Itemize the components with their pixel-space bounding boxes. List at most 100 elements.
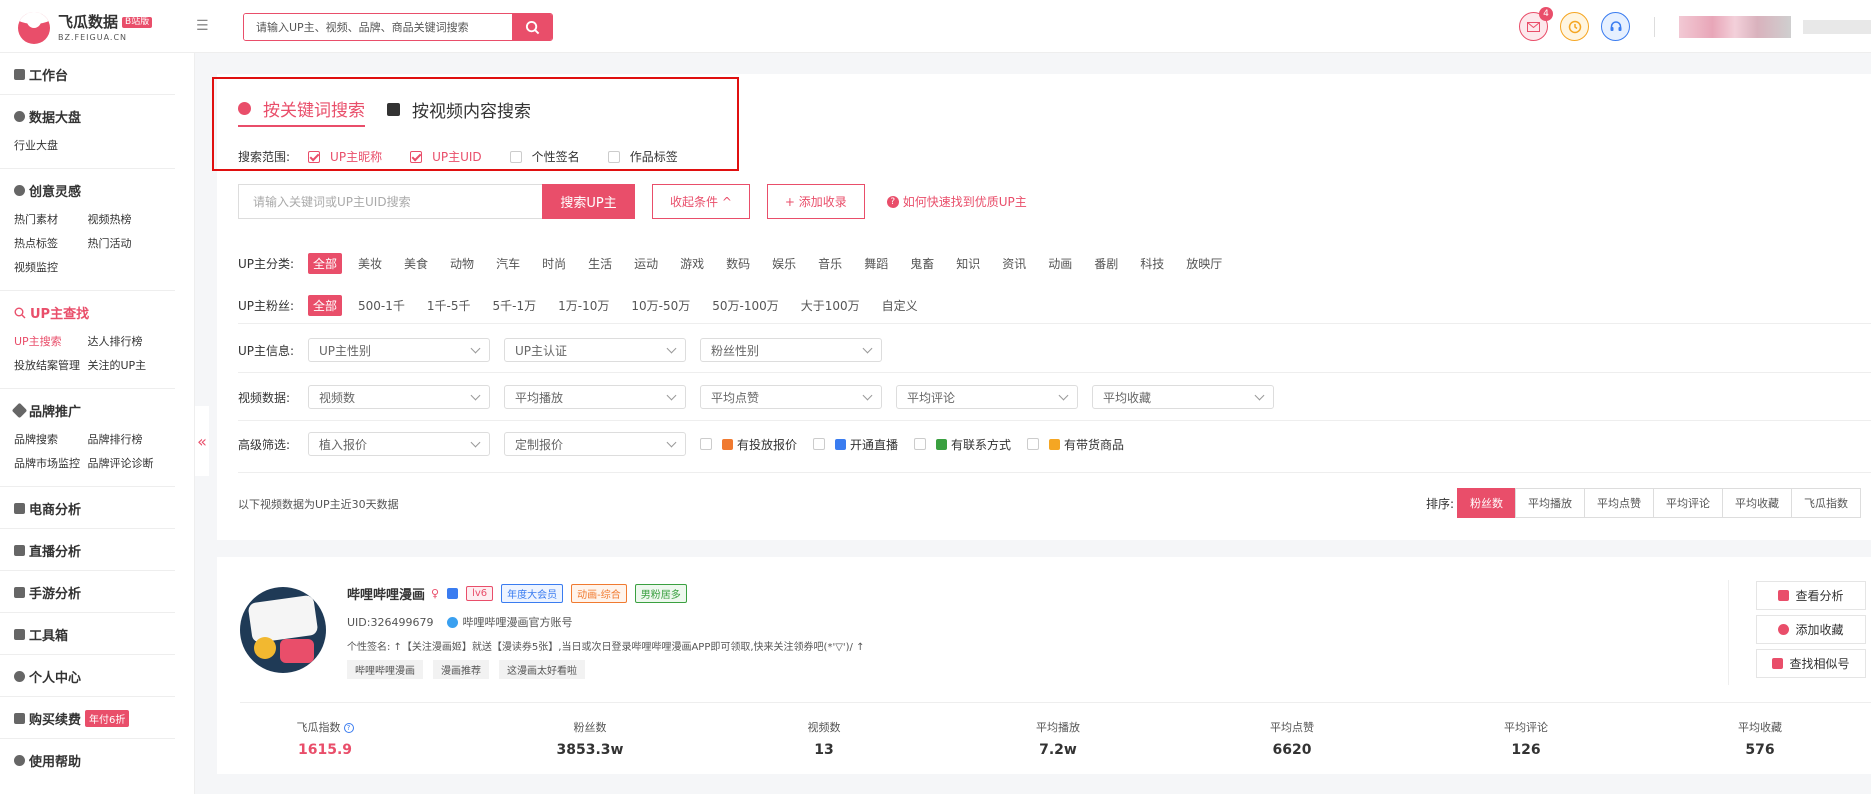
fans-option[interactable]: 50万-100万 [712,297,779,314]
embed-price-select[interactable]: 植入报价 [308,432,490,456]
user-name[interactable] [1803,19,1871,34]
category-option[interactable]: 放映厅 [1186,255,1222,272]
sidebar-item-mobile-game[interactable]: 手游分析 [14,583,161,602]
has-ad-price-checkbox[interactable]: 有投放报价 [700,436,797,453]
category-option[interactable]: 运动 [634,255,658,272]
category-option[interactable]: 生活 [588,255,612,272]
up-avatar[interactable] [240,587,326,673]
category-option[interactable]: 知识 [956,255,980,272]
category-option[interactable]: 汽车 [496,255,520,272]
sidebar-subitem-video-rank[interactable]: 视频热榜 [88,208,162,232]
user-avatar[interactable] [1679,15,1791,38]
headset-icon[interactable] [1601,12,1630,41]
category-option[interactable]: 鬼畜 [910,255,934,272]
tab-keyword-search[interactable]: 按关键词搜索 [238,96,365,127]
video-count-select[interactable]: 视频数 [308,385,490,409]
category-option[interactable]: 舞蹈 [864,255,888,272]
category-option[interactable]: 美食 [404,255,428,272]
category-option[interactable]: 全部 [308,253,343,274]
top-search-input[interactable] [244,14,512,40]
sidebar-item-profile[interactable]: 个人中心 [14,667,161,686]
logo[interactable]: 飞瓜数据 B站版 BZ.FEIGUA.CN [18,12,153,44]
top-search-button[interactable] [512,14,552,40]
sidebar-subitem-brand-monitor[interactable]: 品牌市场监控 [14,452,88,476]
sidebar-subitem-hot-events[interactable]: 热门活动 [88,232,162,256]
scope-signature-checkbox[interactable]: 个性签名 [509,148,580,165]
view-analysis-button[interactable]: 查看分析 [1756,581,1866,610]
sort-option[interactable]: 平均点赞 [1584,488,1655,518]
sidebar-item-help[interactable]: 使用帮助 [14,751,161,770]
sort-option[interactable]: 平均播放 [1515,488,1586,518]
sidebar-subitem-talent-rank[interactable]: 达人排行榜 [88,330,162,354]
has-contact-checkbox[interactable]: 有联系方式 [914,436,1011,453]
sort-option[interactable]: 飞瓜指数 [1791,488,1862,518]
sidebar-item-workbench[interactable]: 工作台 [14,65,161,84]
sidebar-subitem-hot-tags[interactable]: 热点标签 [14,232,88,256]
scope-tags-checkbox[interactable]: 作品标签 [607,148,678,165]
fans-option[interactable]: 1万-10万 [558,297,609,314]
fan-gender-select[interactable]: 粉丝性别 [700,338,882,362]
custom-price-select[interactable]: 定制报价 [504,432,686,456]
menu-toggle-icon[interactable]: ☰ [196,18,209,34]
avg-comment-select[interactable]: 平均评论 [896,385,1078,409]
fans-option[interactable]: 全部 [308,295,343,316]
category-option[interactable]: 动画 [1048,255,1072,272]
fans-option[interactable]: 1千-5千 [427,297,471,314]
sidebar-subitem-hot-material[interactable]: 热门素材 [14,208,88,232]
category-option[interactable]: 数码 [726,255,750,272]
sidebar-subitem-followed[interactable]: 关注的UP主 [88,354,162,378]
sidebar-collapse-button[interactable]: « [195,406,209,476]
keyword-search-input[interactable] [238,184,542,219]
sort-option[interactable]: 平均评论 [1653,488,1724,518]
sidebar-item-dashboard[interactable]: 数据大盘 [14,107,161,126]
sidebar-subitem-brand-comment[interactable]: 品牌评论诊断 [88,452,162,476]
up-gender-select[interactable]: UP主性别 [308,338,490,362]
category-option[interactable]: 美妆 [358,255,382,272]
help-link[interactable]: ? 如何快速找到优质UP主 [886,193,1027,210]
category-option[interactable]: 番剧 [1094,255,1118,272]
tab-video-content-search[interactable]: 按视频内容搜索 [387,97,531,126]
avg-favorite-select[interactable]: 平均收藏 [1092,385,1274,409]
question-icon[interactable]: ? [343,723,354,733]
sidebar-item-purchase[interactable]: 购买续费 年付6折 [14,709,161,728]
sort-option[interactable]: 粉丝数 [1457,488,1517,518]
add-favorite-button[interactable]: 添加收藏 [1756,615,1866,644]
fans-option[interactable]: 500-1千 [358,297,405,314]
sidebar-subitem-brand-rank[interactable]: 品牌排行榜 [88,428,162,452]
up-verify-select[interactable]: UP主认证 [504,338,686,362]
sidebar-item-ecommerce[interactable]: 电商分析 [14,499,161,518]
up-name[interactable]: 哔哩哔哩漫画 [347,584,425,603]
sidebar-subitem-brand-search[interactable]: 品牌搜索 [14,428,88,452]
sidebar-subitem-industry[interactable]: 行业大盘 [14,134,88,158]
category-option[interactable]: 娱乐 [772,255,796,272]
search-up-button[interactable]: 搜索UP主 [542,184,635,219]
category-option[interactable]: 动物 [450,255,474,272]
fans-option[interactable]: 10万-50万 [631,297,690,314]
avg-like-select[interactable]: 平均点赞 [700,385,882,409]
scope-uid-checkbox[interactable]: UP主UID [410,148,482,165]
sidebar-item-creative[interactable]: 创意灵感 [14,181,161,200]
sidebar-subitem-up-search[interactable]: UP主搜索 [14,330,88,354]
fans-option[interactable]: 自定义 [882,297,918,314]
sidebar-item-live[interactable]: 直播分析 [14,541,161,560]
sidebar-subitem-campaign[interactable]: 投放结案管理 [14,354,88,378]
add-record-button[interactable]: + 添加收录 [766,184,865,219]
fans-option[interactable]: 大于100万 [801,297,860,314]
sidebar-item-brand[interactable]: 品牌推广 [11,401,161,420]
category-option[interactable]: 时尚 [542,255,566,272]
category-option[interactable]: 游戏 [680,255,704,272]
find-similar-button[interactable]: 查找相似号 [1756,649,1866,678]
scope-nickname-checkbox[interactable]: UP主昵称 [308,148,382,165]
collapse-filters-button[interactable]: 收起条件 ^ [652,184,750,219]
has-goods-checkbox[interactable]: 有带货商品 [1027,436,1124,453]
sort-option[interactable]: 平均收藏 [1722,488,1793,518]
live-enabled-checkbox[interactable]: 开通直播 [813,436,898,453]
clock-icon[interactable] [1560,12,1589,41]
mail-icon[interactable]: 4 [1519,7,1553,41]
category-option[interactable]: 科技 [1140,255,1164,272]
fans-option[interactable]: 5千-1万 [493,297,537,314]
avg-play-select[interactable]: 平均播放 [504,385,686,409]
category-option[interactable]: 音乐 [818,255,842,272]
sidebar-item-up-search[interactable]: UP主查找 [14,303,161,322]
category-option[interactable]: 资讯 [1002,255,1026,272]
